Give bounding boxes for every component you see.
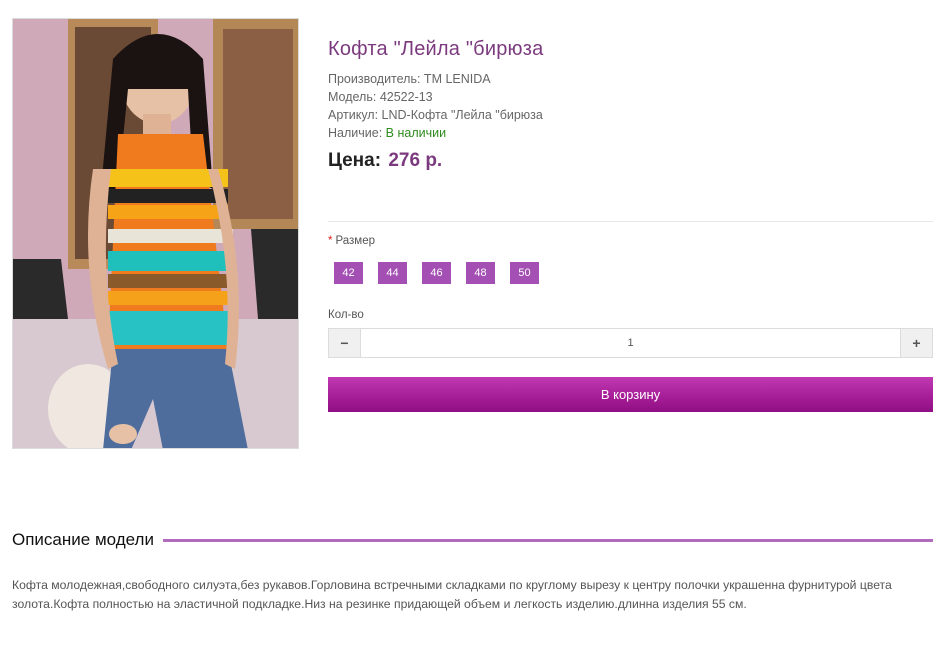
size-label: * Размер bbox=[328, 235, 375, 247]
description-header: Описание модели bbox=[12, 530, 933, 550]
manufacturer-text: Производитель: TM LENIDA bbox=[328, 72, 491, 86]
sku-text: Артикул: LND-Кофта "Лейла "бирюза bbox=[328, 108, 543, 122]
size-option-46[interactable]: 46 bbox=[422, 262, 451, 284]
add-to-cart-button[interactable]: В корзину bbox=[328, 377, 933, 412]
quantity-label: Кол-во bbox=[328, 309, 364, 321]
quantity-decrease-button[interactable]: − bbox=[329, 329, 361, 357]
description-heading: Описание модели bbox=[12, 530, 154, 549]
availability-value: В наличии bbox=[385, 126, 447, 140]
description-heading-line bbox=[162, 538, 933, 542]
size-label-text: Размер bbox=[335, 235, 376, 247]
size-options: 42 44 46 48 50 bbox=[334, 262, 539, 284]
availability-label: Наличие: bbox=[328, 126, 383, 140]
price-label: Цена: bbox=[328, 150, 382, 171]
size-option-42[interactable]: 42 bbox=[334, 262, 363, 284]
price-value: 276 р. bbox=[388, 150, 443, 171]
quantity-stepper: − 1 + bbox=[328, 328, 933, 358]
options-divider bbox=[328, 221, 933, 222]
size-option-44[interactable]: 44 bbox=[378, 262, 407, 284]
size-option-50[interactable]: 50 bbox=[510, 262, 539, 284]
quantity-input[interactable]: 1 bbox=[361, 329, 900, 357]
availability-row: Наличие: В наличии bbox=[328, 124, 933, 142]
product-info: Кофта "Лейла "бирюза Производитель: TM L… bbox=[328, 36, 933, 172]
product-title: Кофта "Лейла "бирюза bbox=[328, 38, 544, 60]
description-text: Кофта молодежная,свободного силуэта,без … bbox=[12, 578, 892, 611]
plus-icon: + bbox=[912, 335, 921, 351]
product-meta: Производитель: TM LENIDA Модель: 42522-1… bbox=[328, 70, 933, 142]
product-photo[interactable] bbox=[12, 18, 299, 449]
price-row: Цена: 276 р. bbox=[328, 150, 933, 172]
size-option-48[interactable]: 48 bbox=[466, 262, 495, 284]
model-text: Модель: 42522-13 bbox=[328, 90, 433, 104]
quantity-increase-button[interactable]: + bbox=[900, 329, 932, 357]
minus-icon: − bbox=[340, 335, 349, 351]
required-mark: * bbox=[328, 235, 333, 247]
